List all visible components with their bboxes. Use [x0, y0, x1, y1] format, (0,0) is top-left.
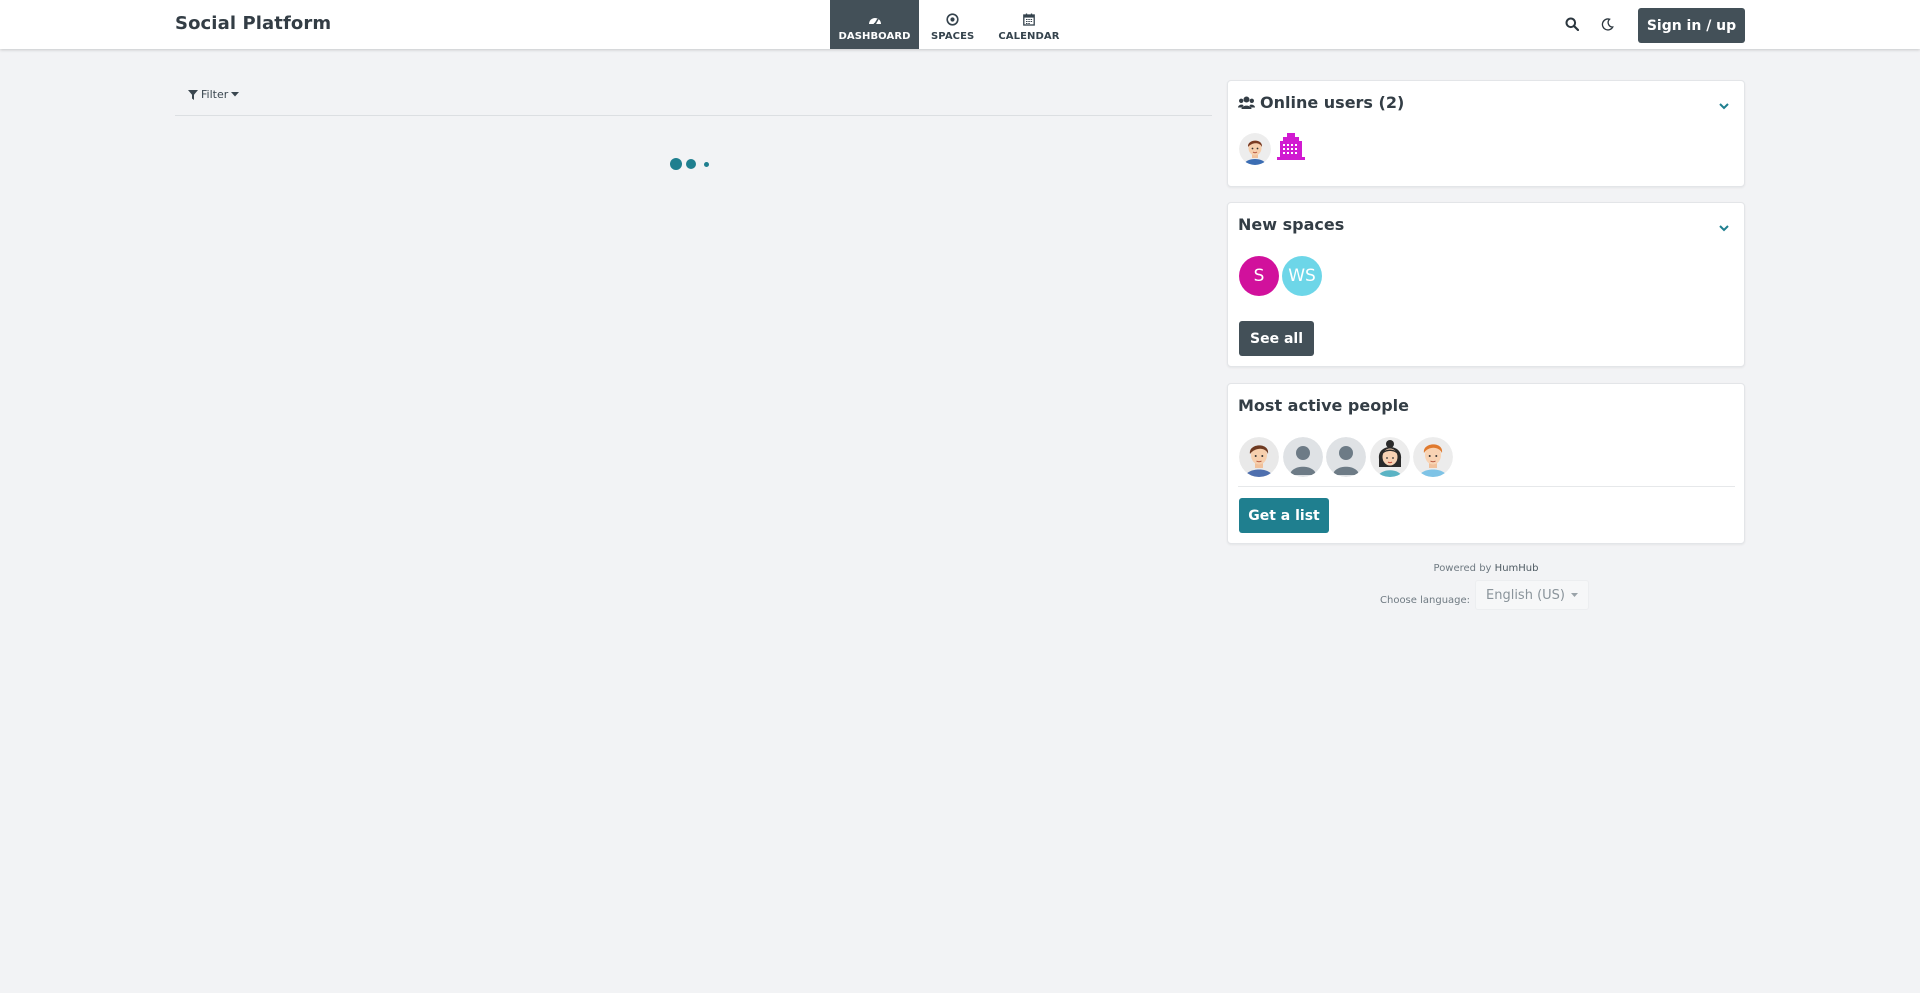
loader-dot [670, 158, 682, 170]
online-users-panel: Online users (2) [1227, 80, 1745, 187]
language-value: English (US) [1486, 587, 1565, 603]
search-icon[interactable] [1564, 16, 1580, 32]
humhub-link[interactable]: HumHub [1495, 563, 1539, 574]
online-users-title: Online users (2) [1238, 93, 1404, 112]
nav-dashboard[interactable]: DASHBOARD [830, 0, 919, 49]
calendar-icon [1023, 12, 1035, 28]
filter-label: Filter [201, 88, 229, 101]
active-user-avatar[interactable] [1239, 437, 1279, 477]
new-spaces-title: New spaces [1238, 215, 1345, 234]
chevron-down-icon[interactable] [1718, 219, 1730, 232]
online-user-avatar[interactable] [1273, 131, 1309, 167]
nav-spaces-label: SPACES [931, 30, 975, 42]
active-user-avatar[interactable] [1326, 437, 1366, 477]
new-spaces-panel: New spaces S WS See all [1227, 202, 1745, 367]
space-avatar[interactable]: WS [1282, 256, 1322, 296]
top-navbar: Social Platform DASHBOARD SPACES CALENDA… [0, 0, 1920, 49]
caret-down-icon [1570, 593, 1578, 597]
filter-dropdown[interactable]: Filter [188, 88, 240, 101]
dashboard-icon [868, 12, 882, 28]
main-nav: DASHBOARD SPACES CALENDAR [830, 0, 1072, 49]
choose-language-label: Choose language: [1380, 595, 1471, 606]
loading-indicator [670, 158, 709, 170]
spaces-icon [946, 12, 959, 28]
chevron-down-icon[interactable] [1718, 97, 1730, 110]
active-user-avatar[interactable] [1413, 437, 1453, 477]
filter-divider [175, 115, 1212, 116]
space-avatar[interactable]: S [1239, 256, 1279, 296]
powered-by-text: Powered by [1433, 563, 1492, 574]
nav-dashboard-label: DASHBOARD [838, 30, 911, 42]
filter-icon [188, 89, 198, 100]
online-users-title-text: Online users (2) [1260, 93, 1405, 112]
panel-divider [1238, 486, 1735, 487]
brand-title[interactable]: Social Platform [175, 13, 331, 34]
sign-in-button[interactable]: Sign in / up [1638, 8, 1745, 43]
see-all-button[interactable]: See all [1239, 321, 1314, 356]
online-user-avatar[interactable] [1239, 133, 1271, 165]
loader-dot [686, 159, 696, 169]
nav-calendar-label: CALENDAR [998, 30, 1060, 42]
loader-dot [704, 161, 709, 167]
moon-icon[interactable] [1599, 16, 1615, 32]
users-icon [1238, 96, 1255, 109]
get-a-list-button[interactable]: Get a list [1239, 498, 1329, 533]
powered-by: Powered by HumHub [1227, 563, 1745, 574]
caret-down-icon [231, 92, 240, 97]
most-active-title: Most active people [1238, 396, 1410, 415]
nav-spaces[interactable]: SPACES [919, 0, 986, 49]
most-active-people-panel: Most active people Get a list [1227, 383, 1745, 544]
language-select[interactable]: English (US) [1475, 580, 1589, 610]
nav-calendar[interactable]: CALENDAR [986, 0, 1071, 49]
active-user-avatar[interactable] [1283, 437, 1323, 477]
active-user-avatar[interactable] [1370, 437, 1410, 477]
